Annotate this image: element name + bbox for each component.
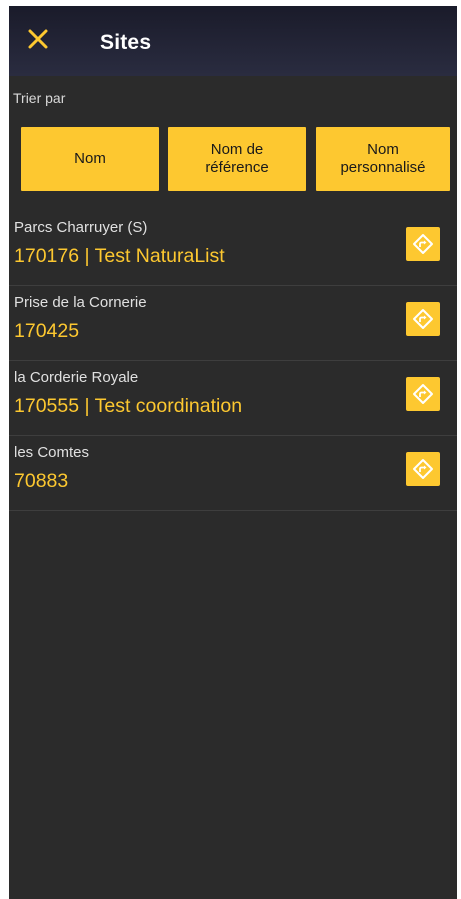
sort-by-custom-name-label: Nom personnalisé: [340, 141, 426, 176]
sort-options: Nom Nom de référence Nom personnalisé: [21, 127, 453, 191]
sites-list: Parcs Charruyer (S) 170176 | Test Natura…: [9, 211, 457, 511]
app-bar: Sites: [9, 6, 457, 76]
sort-by-name-button[interactable]: Nom: [21, 127, 159, 191]
site-code: 170425: [14, 320, 80, 342]
site-code: 170555 | Test coordination: [14, 395, 243, 417]
directions-icon: [413, 309, 433, 329]
sort-by-custom-name-button[interactable]: Nom personnalisé: [316, 127, 450, 191]
directions-button[interactable]: [406, 452, 440, 486]
directions-button[interactable]: [406, 302, 440, 336]
sort-label: Trier par: [13, 90, 66, 106]
close-button[interactable]: [23, 24, 53, 54]
directions-button[interactable]: [406, 377, 440, 411]
site-list-item[interactable]: Prise de la Cornerie 170425: [9, 286, 457, 361]
site-list-item[interactable]: les Comtes 70883: [9, 436, 457, 511]
site-list-item[interactable]: Parcs Charruyer (S) 170176 | Test Natura…: [9, 211, 457, 286]
directions-icon: [413, 459, 433, 479]
sites-screen: Sites Trier par Nom Nom de référence Nom…: [9, 6, 457, 899]
close-icon: [28, 29, 48, 49]
page-title: Sites: [100, 31, 152, 54]
site-name: Parcs Charruyer (S): [14, 219, 148, 236]
site-name: Prise de la Cornerie: [14, 294, 147, 311]
directions-icon: [413, 384, 433, 404]
directions-icon: [413, 234, 433, 254]
site-code: 70883: [14, 470, 69, 492]
directions-button[interactable]: [406, 227, 440, 261]
site-list-item[interactable]: la Corderie Royale 170555 | Test coordin…: [9, 361, 457, 436]
site-code: 170176 | Test NaturaList: [14, 245, 225, 267]
site-name: la Corderie Royale: [14, 369, 139, 386]
site-name: les Comtes: [14, 444, 90, 461]
sort-by-reference-name-label: Nom de référence: [205, 141, 269, 176]
sort-by-name-label: Nom: [74, 150, 106, 167]
sort-by-reference-name-button[interactable]: Nom de référence: [168, 127, 306, 191]
